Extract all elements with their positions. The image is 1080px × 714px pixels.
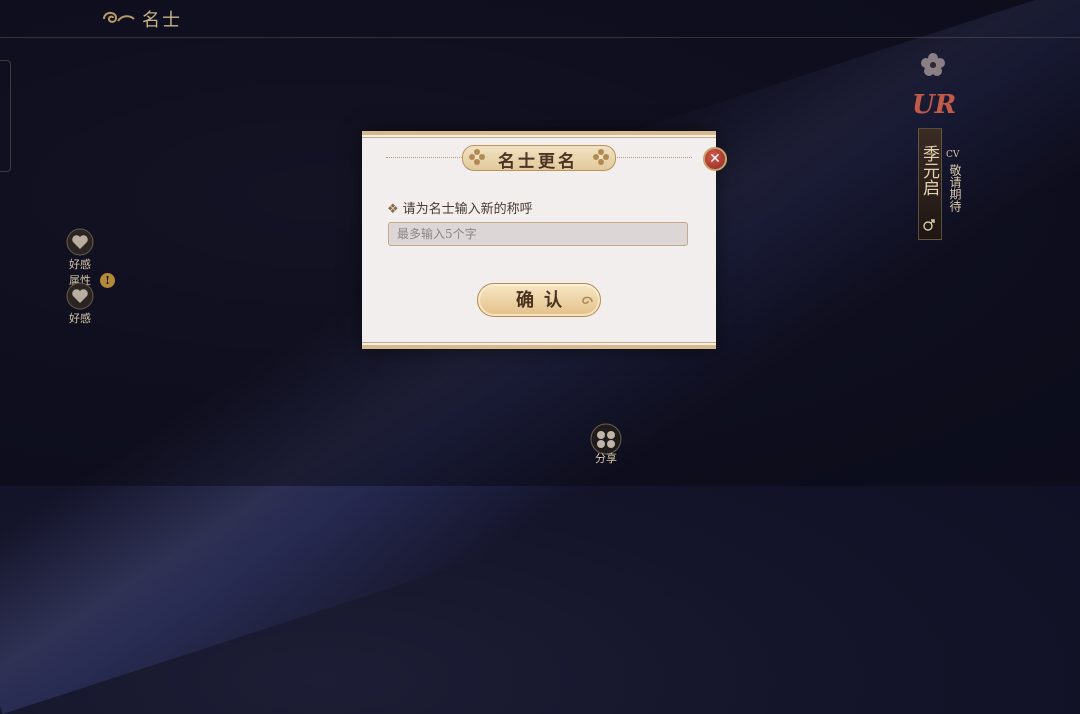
dialog-bottom-line xyxy=(362,342,716,343)
name-input[interactable] xyxy=(388,222,688,246)
gender-icon xyxy=(923,219,935,231)
close-button[interactable]: ✕ xyxy=(703,147,727,171)
top-bar: 名士 xyxy=(0,0,1080,38)
cv-value: 敬请期待 xyxy=(948,164,962,212)
dialog-top-line xyxy=(362,137,716,138)
favor-button-2[interactable]: 好感 xyxy=(60,282,100,326)
alert-badge: ! xyxy=(100,273,115,288)
cloud-ornament-icon xyxy=(103,11,135,23)
character-name: 季元启 xyxy=(919,145,939,196)
cloud-ornament-icon xyxy=(582,296,593,305)
cv-label: CV xyxy=(946,150,960,160)
close-icon: ✕ xyxy=(709,151,721,167)
dialog-title: 名士更名 xyxy=(498,152,578,172)
heart-icon xyxy=(66,228,94,256)
side-panel-edge[interactable] xyxy=(0,60,11,172)
diamond-bullet-icon: ❖ xyxy=(387,202,399,217)
page-title: 名士 xyxy=(142,10,182,31)
rename-dialog: 名士更名 ✕ ❖请为名士输入新的称呼 确认 xyxy=(362,131,727,349)
rarity-badge: UR xyxy=(912,90,957,120)
flower-icon xyxy=(921,53,945,76)
prompt-text: 请为名士输入新的称呼 xyxy=(402,202,533,217)
heart-icon xyxy=(66,282,94,310)
share-button[interactable]: 分享 xyxy=(586,422,626,466)
favor-label: 好感 xyxy=(69,312,91,325)
rename-prompt: ❖ 请为名士输入新的称呼 xyxy=(387,198,533,217)
